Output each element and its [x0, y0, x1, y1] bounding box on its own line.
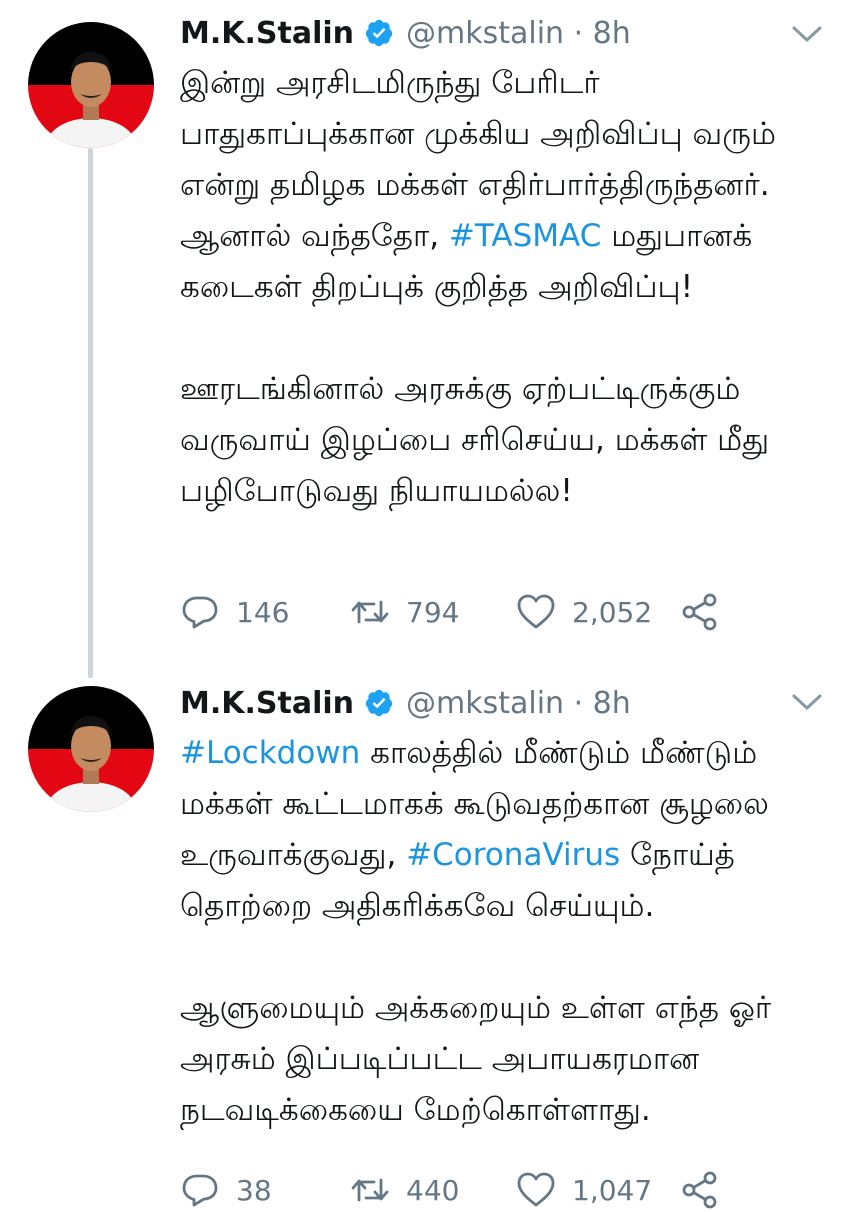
heart-icon: [517, 1172, 555, 1207]
retweet-count: 794: [406, 595, 460, 629]
like-count: 2,052: [572, 595, 653, 629]
handle-and-timestamp[interactable]: @mkstalin · 8h: [406, 686, 631, 721]
tweet-text: இன்று அரசிடமிருந்து பேரிடர் பாதுகாப்புக்…: [180, 58, 840, 517]
reply-icon: [182, 596, 218, 629]
tweet-paragraph: ஆளுமையும் அக்கறையும் உள்ள எந்த ஓர் அரசும…: [180, 983, 840, 1136]
chevron-down-icon[interactable]: [791, 24, 823, 44]
like-button[interactable]: 1,047: [516, 1168, 652, 1212]
retweet-icon: [351, 600, 389, 624]
chevron-down-icon[interactable]: [791, 692, 823, 712]
author-name[interactable]: M.K.Stalin: [180, 686, 354, 721]
hashtag-link[interactable]: #Lockdown: [180, 735, 360, 771]
author-name[interactable]: M.K.Stalin: [180, 16, 354, 51]
tweet-text: #Lockdown காலத்தில் மீண்டும் மீண்டும் மக…: [180, 728, 840, 1136]
tweet-paragraph: #Lockdown காலத்தில் மீண்டும் மீண்டும் மக…: [180, 728, 840, 932]
tweet[interactable]: M.K.Stalin @mkstalin · 8h #Lockdown காலத…: [0, 672, 849, 1209]
avatar[interactable]: [28, 22, 154, 148]
share-button[interactable]: [680, 1168, 720, 1212]
hashtag-link[interactable]: #CoronaVirus: [406, 837, 620, 873]
hashtag-link[interactable]: #TASMAC: [449, 218, 601, 254]
retweet-button[interactable]: 794: [350, 590, 459, 634]
share-button[interactable]: [680, 590, 720, 634]
verified-badge-icon: [364, 18, 394, 48]
tweet-paragraph: ஊரடங்கினால் அரசுக்கு ஏற்பட்டிருக்கும் வர…: [180, 364, 840, 517]
text-run: ஊரடங்கினால் அரசுக்கு ஏற்பட்டிருக்கும் வர…: [180, 371, 770, 509]
retweet-icon: [351, 1178, 389, 1202]
like-button[interactable]: 2,052: [516, 590, 652, 634]
tweet[interactable]: M.K.Stalin @mkstalin · 8h இன்று அரசிடமிர…: [0, 0, 849, 672]
text-run: ஆளுமையும் அக்கறையும் உள்ள எந்த ஓர் அரசும…: [180, 990, 772, 1128]
reply-icon: [182, 1174, 218, 1207]
retweet-count: 440: [406, 1173, 460, 1207]
handle-and-timestamp[interactable]: @mkstalin · 8h: [406, 16, 631, 51]
reply-button[interactable]: 38: [180, 1168, 272, 1212]
tweet-paragraph: இன்று அரசிடமிருந்து பேரிடர் பாதுகாப்புக்…: [180, 58, 840, 313]
reply-button[interactable]: 146: [180, 590, 289, 634]
reply-count: 146: [236, 595, 290, 629]
verified-badge-icon: [364, 688, 394, 718]
avatar[interactable]: [28, 686, 154, 812]
tweet-header: M.K.Stalin @mkstalin · 8h: [180, 678, 631, 728]
share-icon: [682, 593, 717, 631]
share-icon: [682, 1171, 717, 1209]
retweet-button[interactable]: 440: [350, 1168, 459, 1212]
heart-icon: [517, 594, 555, 629]
reply-count: 38: [236, 1173, 272, 1207]
like-count: 1,047: [572, 1173, 653, 1207]
tweet-header: M.K.Stalin @mkstalin · 8h: [180, 8, 631, 58]
